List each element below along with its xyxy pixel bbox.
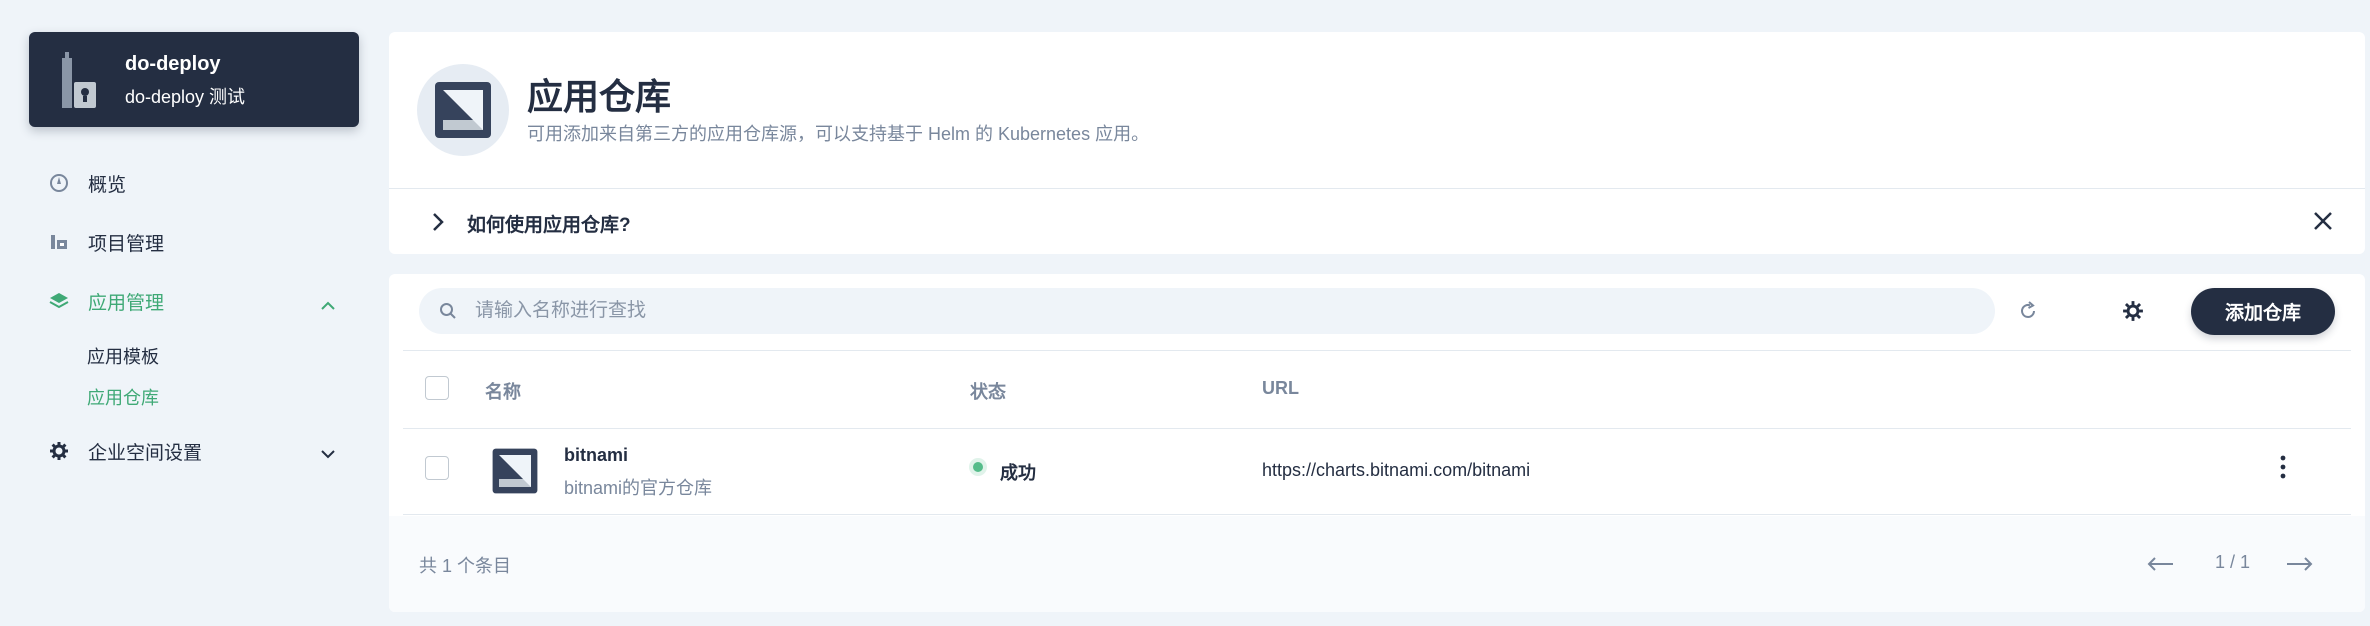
sidebar-item-label: 应用管理 [88, 292, 165, 314]
column-header-name[interactable]: 名称 [485, 378, 521, 404]
sidebar-item-app-management[interactable]: 应用管理 [48, 286, 164, 316]
repo-name[interactable]: bitnami [564, 445, 628, 466]
app-repo-logo [417, 64, 509, 156]
refresh-button[interactable] [2012, 295, 2044, 327]
page-indicator: 1 / 1 [2215, 552, 2251, 572]
project-icon [48, 231, 70, 253]
status-indicator [973, 462, 983, 472]
arrow-right-icon[interactable] [2285, 554, 2315, 574]
layers-icon [48, 290, 70, 312]
column-header-url[interactable]: URL [1262, 378, 1299, 399]
sidebar-item-label: 企业空间设置 [88, 442, 203, 464]
howto-label[interactable]: 如何使用应用仓库? [467, 210, 631, 237]
chevron-up-icon[interactable] [318, 296, 338, 316]
repo-description: bitnami的官方仓库 [564, 478, 713, 498]
search-icon [440, 303, 456, 319]
repo-icon [492, 448, 538, 494]
gear-icon [48, 440, 70, 462]
refresh-icon [2021, 301, 2035, 318]
sidebar-item-label: 项目管理 [88, 233, 165, 255]
howto-banner[interactable]: 如何使用应用仓库? [389, 189, 2365, 254]
sidebar-item-projects[interactable]: 项目管理 [48, 227, 164, 257]
page-title: 应用仓库 [527, 76, 672, 117]
sidebar-item-overview[interactable]: 概览 [48, 168, 126, 198]
table-footer: 共 1 个条目 1 / 1 [389, 516, 2365, 612]
dashboard-icon [48, 172, 70, 194]
workspace-name: do-deploy [125, 53, 221, 75]
status-badge: 成功 [1000, 463, 1036, 483]
page-header: 应用仓库 可用添加来自第三方的应用仓库源，可以支持基于 Helm 的 Kuber… [389, 32, 2365, 254]
close-icon[interactable] [2311, 209, 2335, 233]
repo-list-panel: 添加仓库 名称 状态 URL bitnami bitnami的官方仓库 成功 h… [389, 274, 2365, 612]
divider [403, 428, 2351, 429]
table-settings-button[interactable] [2117, 295, 2149, 327]
workspace-description: do-deploy 测试 [125, 87, 246, 107]
sidebar-subitem-app-templates[interactable]: 应用模板 [87, 343, 159, 369]
divider [403, 350, 2351, 351]
arrow-left-icon[interactable] [2145, 554, 2175, 574]
sidebar-item-workspace-settings[interactable]: 企业空间设置 [48, 436, 202, 466]
gear-icon [2123, 301, 2143, 321]
chevron-down-icon[interactable] [318, 444, 338, 464]
search-bar[interactable] [419, 288, 1995, 334]
more-options-icon[interactable] [2277, 454, 2289, 480]
workspace-card[interactable]: do-deploy do-deploy 测试 [29, 32, 359, 127]
search-input[interactable] [475, 300, 1875, 322]
repo-icon [435, 82, 491, 138]
column-header-status[interactable]: 状态 [970, 378, 1006, 404]
chevron-right-icon[interactable] [429, 211, 447, 233]
divider [403, 514, 2351, 515]
total-count: 共 1 个条目 [419, 556, 512, 576]
sidebar-subitem-app-repos[interactable]: 应用仓库 [87, 384, 159, 410]
select-all-checkbox[interactable] [425, 376, 449, 400]
sidebar-item-label: 概览 [88, 174, 127, 196]
page-description: 可用添加来自第三方的应用仓库源，可以支持基于 Helm 的 Kubernetes… [527, 124, 1150, 144]
workspace-icon [62, 52, 96, 108]
repo-url: https://charts.bitnami.com/bitnami [1262, 460, 1531, 480]
add-repo-button[interactable]: 添加仓库 [2191, 288, 2335, 335]
row-checkbox[interactable] [425, 456, 449, 480]
